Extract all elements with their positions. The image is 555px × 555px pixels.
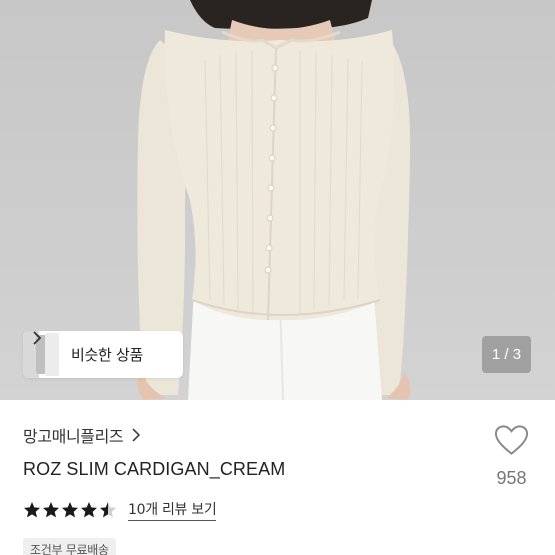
- shipping-badge: 조건부 무료배송: [23, 538, 116, 555]
- heart-outline-icon: [494, 425, 529, 455]
- brand-name: 망고매니플리즈: [23, 427, 124, 446]
- rating-row: 10개 리뷰 보기: [23, 499, 217, 521]
- image-page-counter: 1 / 3: [482, 336, 531, 373]
- chevron-right-icon: [132, 428, 141, 442]
- rating-stars: [23, 501, 118, 519]
- star-icon: [43, 502, 59, 518]
- similar-products-label: 비슷한 상품: [71, 346, 143, 364]
- star-icon: [24, 502, 40, 518]
- star-icon: [100, 502, 116, 518]
- like-count: 958: [496, 468, 527, 488]
- chevron-right-icon: [33, 331, 42, 345]
- similar-products-button[interactable]: 비슷한 상품: [23, 331, 183, 378]
- similar-products-thumbnails: [23, 331, 63, 378]
- review-link[interactable]: 10개 리뷰 보기: [128, 499, 217, 521]
- like-button[interactable]: 958: [489, 424, 534, 494]
- star-icon: [62, 502, 78, 518]
- product-photo[interactable]: 비슷한 상품 1 / 3: [0, 0, 555, 400]
- product-title: ROZ SLIM CARDIGAN_CREAM: [23, 459, 286, 479]
- brand-link[interactable]: 망고매니플리즈: [23, 423, 141, 447]
- star-icon: [81, 502, 97, 518]
